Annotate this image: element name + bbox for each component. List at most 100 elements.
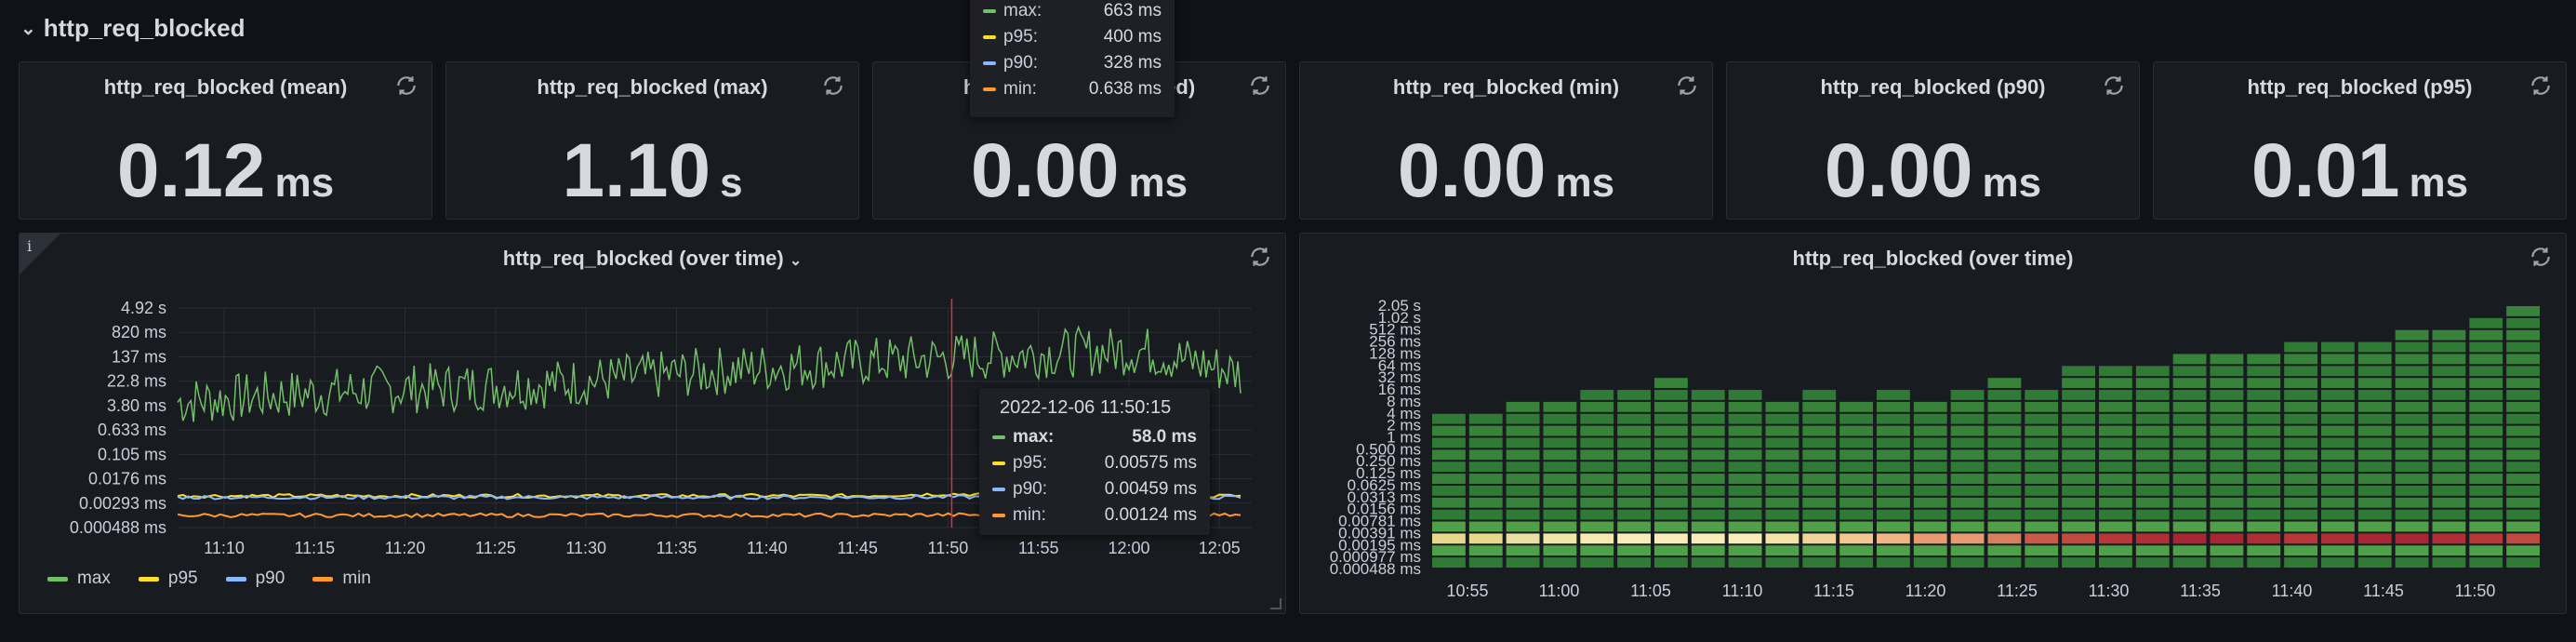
heatmap-cell [2135, 545, 2170, 556]
heatmap-cell [1543, 533, 1577, 544]
heatmap-cell [1839, 425, 1873, 436]
heatmap-cell [1580, 533, 1614, 544]
series-swatch [983, 35, 996, 39]
stat-unit: ms [1555, 160, 1615, 206]
chevron-down-icon[interactable]: ⌄ [20, 17, 36, 40]
heatmap-cell [1877, 390, 1910, 400]
refresh-icon[interactable] [2102, 74, 2126, 98]
heatmap-cell [1913, 474, 1947, 484]
legend-item[interactable]: max [47, 568, 111, 589]
series-swatch [983, 9, 996, 13]
heatmap-cell [1765, 533, 1799, 544]
heatmap-cell [1432, 449, 1466, 461]
refresh-icon[interactable] [1248, 74, 1272, 98]
heatmap-cell [2210, 533, 2244, 544]
heatmap-cell [2284, 533, 2317, 544]
legend-swatch [47, 576, 68, 582]
heatmap-cell [1728, 509, 1762, 520]
row-header[interactable]: ⌄ http_req_blocked [20, 9, 245, 47]
heatmap-cell [1617, 497, 1651, 508]
heatmap-cell [1839, 485, 1873, 496]
heatmap-cell [2172, 545, 2207, 556]
heatmap-cell [1802, 425, 1837, 436]
tooltip-row: max: 58.0 ms [992, 424, 1197, 450]
heatmap-cell [1617, 390, 1651, 400]
heatmap-cell [2469, 449, 2503, 461]
legend-item[interactable]: p90 [225, 568, 285, 589]
heatmap-cell [1432, 521, 1466, 532]
heatmap-cell [2321, 401, 2355, 412]
heatmap-cell [2135, 521, 2170, 532]
heatmap-cell [2172, 378, 2207, 389]
legend-item[interactable]: min [312, 568, 371, 589]
heatmap-cell [2210, 545, 2244, 556]
x-tick-label: 12:05 [1199, 539, 1241, 557]
heatmap-cell [1691, 425, 1725, 436]
heatmap-cell [1839, 509, 1873, 520]
heatmap-cell [2469, 521, 2503, 532]
panel-title[interactable]: http_req_blocked (p95) [2154, 75, 2566, 100]
heatmap-chart[interactable]: 2.05 s1.02 s512 ms256 ms128 ms64 ms32 ms… [1300, 234, 2568, 615]
y-tick-label: 0.105 ms [98, 445, 166, 463]
refresh-icon[interactable] [821, 74, 845, 98]
heatmap-cell [2432, 413, 2466, 424]
heatmap-cell [2395, 509, 2429, 520]
heatmap-cell [2469, 401, 2503, 412]
heatmap-cell [2099, 474, 2132, 484]
heatmap-cell [2506, 341, 2540, 353]
heatmap-cell [2099, 545, 2132, 556]
heatmap-cell [2099, 497, 2132, 508]
refresh-icon[interactable] [2529, 74, 2553, 98]
heatmap-cell [2247, 509, 2281, 520]
heatmap-cell [1691, 509, 1725, 520]
heatmap-cell [2357, 557, 2392, 568]
x-tick-label: 11:05 [1630, 582, 1671, 600]
heatmap-cell [1802, 497, 1837, 508]
heatmap-cell [2135, 557, 2170, 568]
x-tick-label: 11:30 [2089, 582, 2130, 600]
heatmap-cell [1580, 425, 1614, 436]
heatmap-cell [1987, 437, 2022, 448]
refresh-icon[interactable] [394, 74, 418, 98]
panel-title[interactable]: http_req_blocked (mean) [20, 75, 432, 100]
heatmap-cell [1691, 390, 1725, 400]
heatmap-cell [2432, 545, 2466, 556]
heatmap-cell [2025, 557, 2059, 568]
x-tick-label: 11:35 [2180, 582, 2221, 600]
panel-title[interactable]: http_req_blocked (max) [446, 75, 858, 100]
panel-title[interactable]: http_req_blocked (p90) [1727, 75, 2139, 100]
heatmap-cell [1765, 413, 1799, 424]
heatmap-cell [2469, 557, 2503, 568]
heatmap-cell [2247, 533, 2281, 544]
resize-handle[interactable] [1270, 598, 1281, 609]
heatmap-cell [1432, 533, 1466, 544]
heatmap-cell [2062, 474, 2095, 484]
heatmap-cell [2247, 425, 2281, 436]
heatmap-cell [2284, 557, 2317, 568]
heatmap-cell [2135, 509, 2170, 520]
heatmap-cell [1802, 401, 1837, 412]
legend-item[interactable]: p95 [138, 568, 198, 589]
series-swatch [992, 488, 1005, 491]
heatmap-cell [1987, 425, 2022, 436]
heatmap-cell [2025, 413, 2059, 424]
refresh-icon[interactable] [1675, 74, 1699, 98]
heatmap-cell [1728, 413, 1762, 424]
heatmap-cell [1506, 509, 1540, 520]
panel-title[interactable]: http_req_blocked (min) [1300, 75, 1712, 100]
x-tick-label: 11:40 [2272, 582, 2313, 600]
series-value: 0.638 ms [1088, 79, 1162, 99]
heatmap-cell [2469, 474, 2503, 484]
heatmap-cell [1877, 474, 1910, 484]
legend-swatch [225, 576, 246, 582]
heatmap-cell [2284, 390, 2317, 400]
heatmap-cell [2321, 474, 2355, 484]
heatmap-cell [2432, 474, 2466, 484]
heatmap-cell [2025, 390, 2059, 400]
tooltip-row: min: 0.638 ms [983, 76, 1162, 102]
heatmap-cell [1765, 425, 1799, 436]
heatmap-cell [1432, 497, 1466, 508]
heatmap-cell [2099, 437, 2132, 448]
heatmap-cell [1913, 557, 1947, 568]
stat-number: 0.00 [1824, 128, 1973, 213]
